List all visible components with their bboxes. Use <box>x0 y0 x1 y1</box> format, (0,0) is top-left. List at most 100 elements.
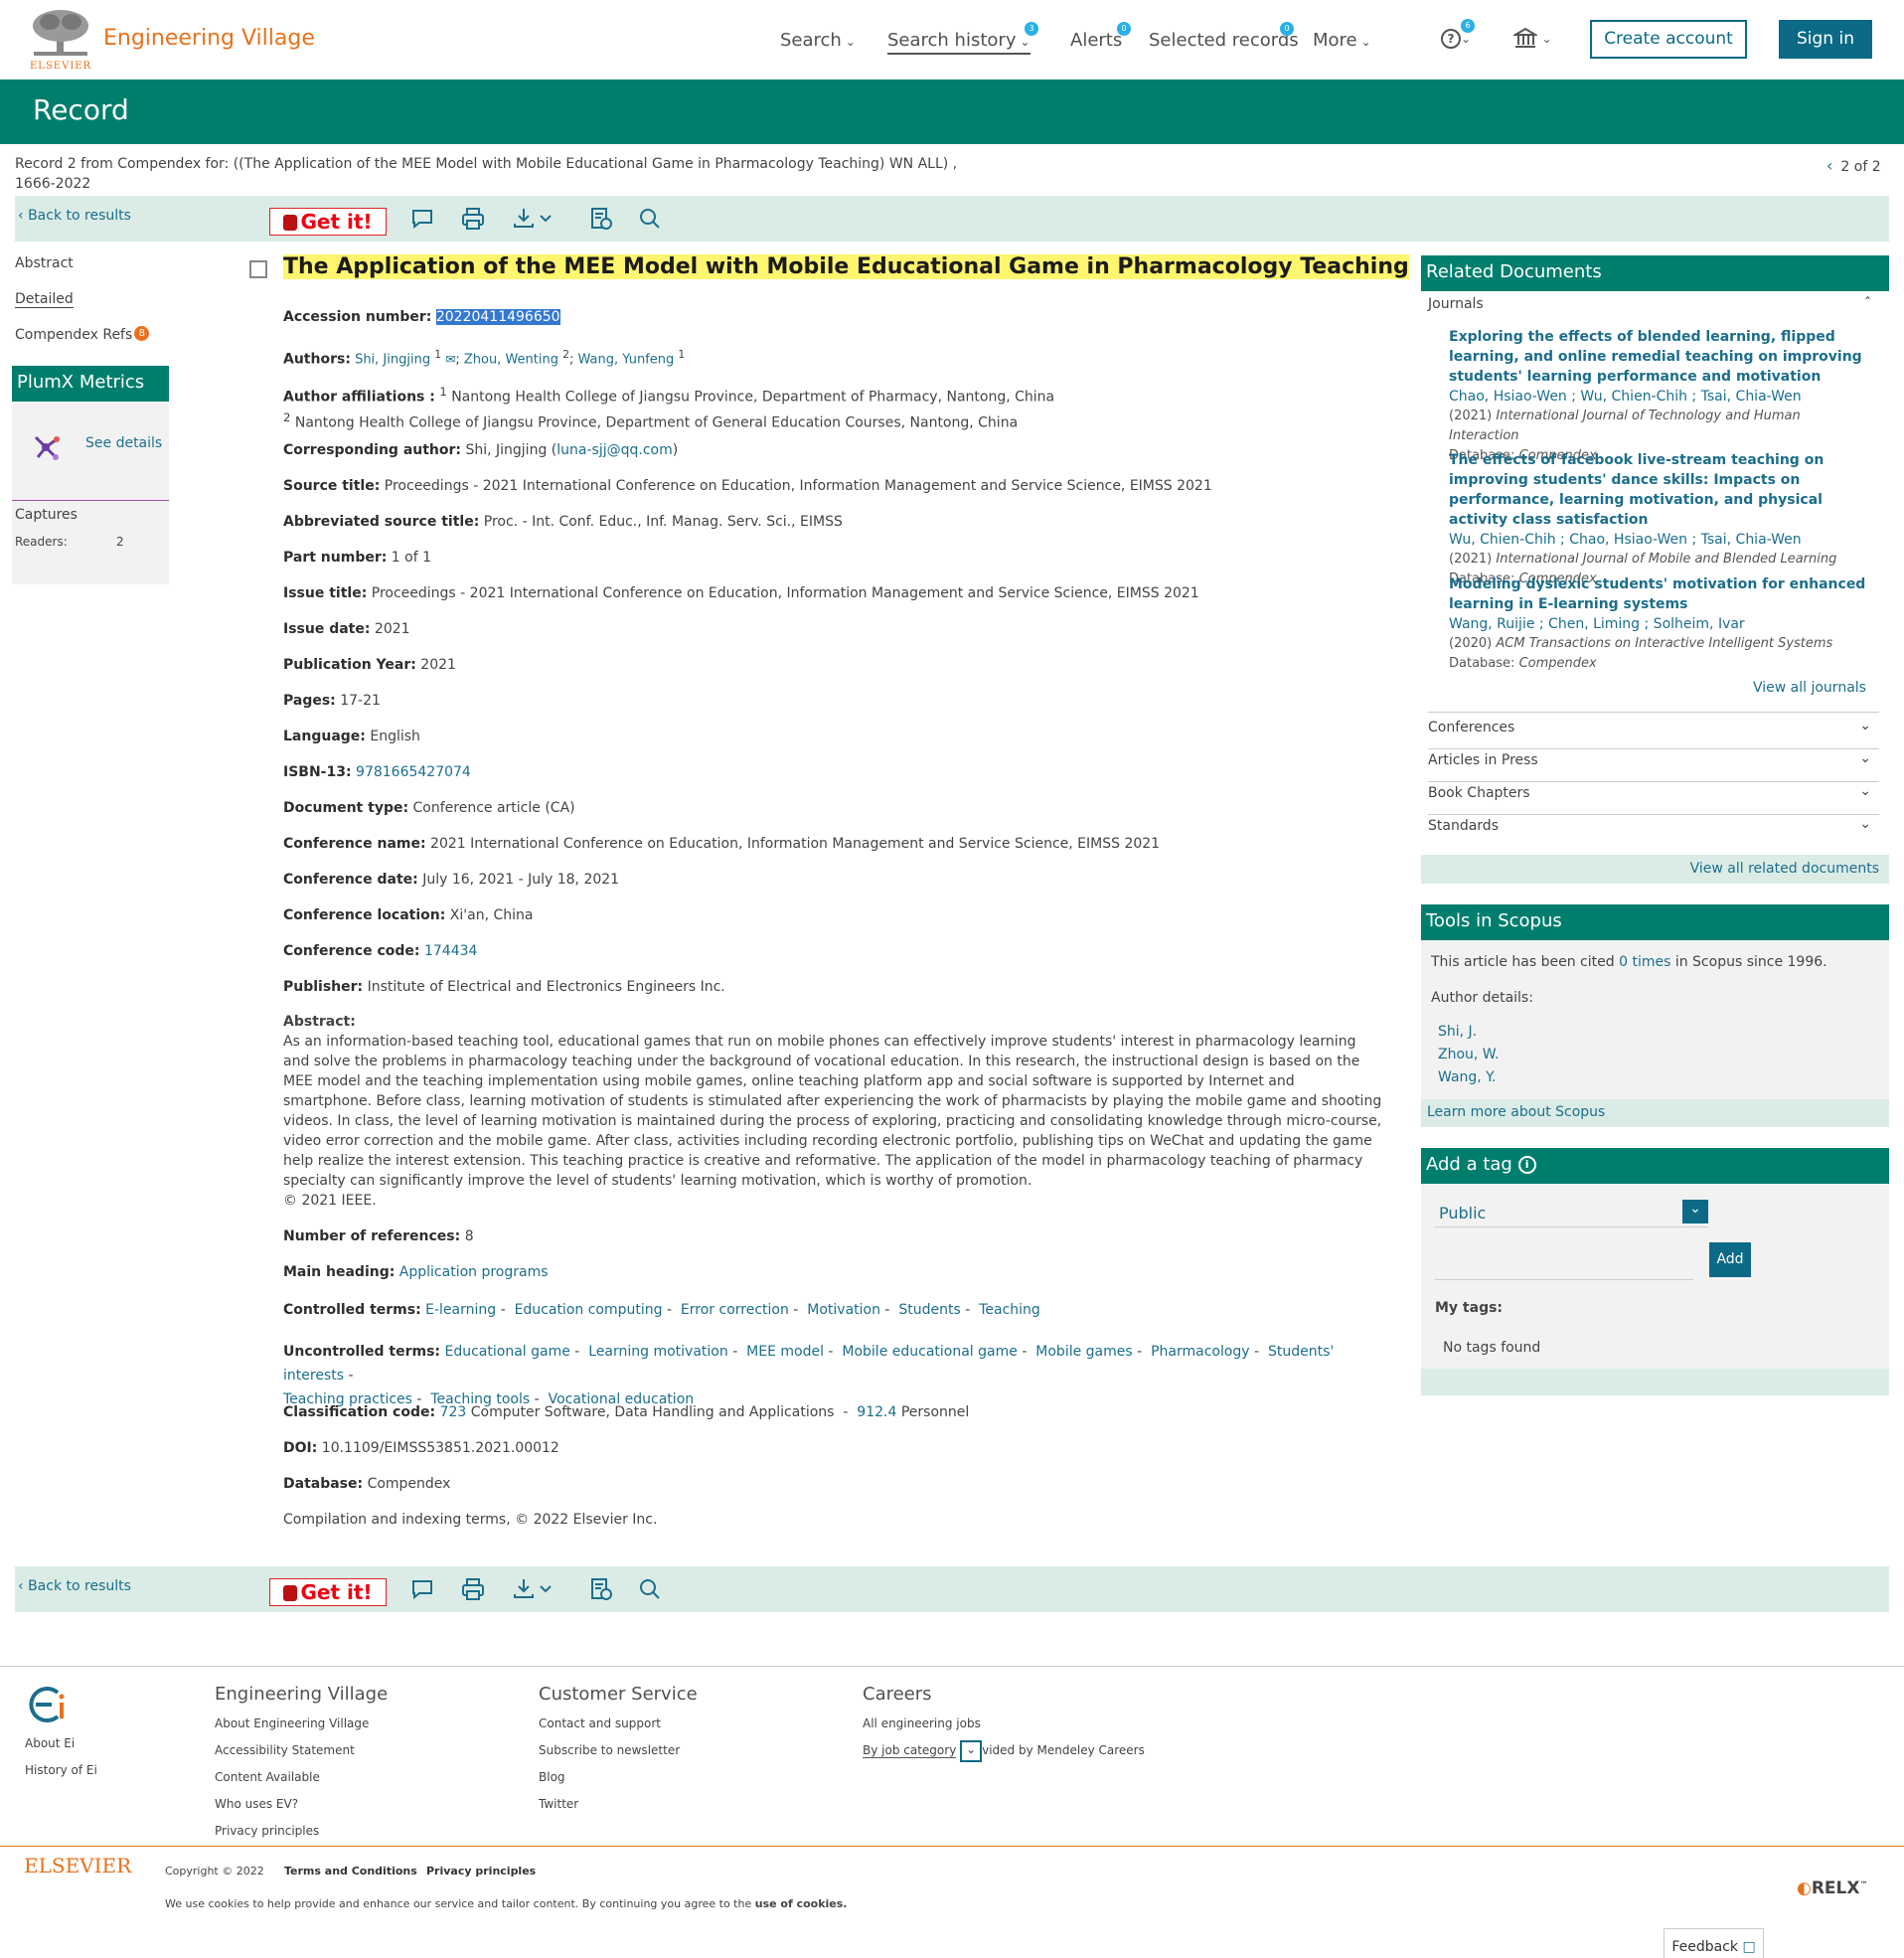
nav-more[interactable]: More ⌄ <box>1313 30 1371 51</box>
scopus-author-link[interactable]: Shi, J. <box>1438 1024 1477 1040</box>
footer-link[interactable]: Blog <box>539 1764 698 1791</box>
citation-icon[interactable] <box>588 206 614 232</box>
controlled-term-link[interactable]: Students <box>898 1302 960 1318</box>
related-title-link[interactable]: Modeling dyslexic students' motivation f… <box>1449 574 1866 614</box>
chevron-down-icon: ⌄ <box>1859 750 1871 766</box>
controlled-term-link[interactable]: Education computing <box>515 1302 663 1318</box>
footer-link[interactable]: Privacy principles <box>215 1818 388 1845</box>
book-chapters-accordion[interactable]: Book Chapters ⌄ <box>1428 783 1879 815</box>
left-nav-detailed[interactable]: Detailed <box>15 291 74 308</box>
author-link[interactable]: Wang, Yunfeng <box>578 352 675 367</box>
conferences-accordion[interactable]: Conferences ⌄ <box>1428 718 1879 749</box>
get-it-button[interactable]: Get it! <box>269 1578 387 1606</box>
create-account-button[interactable]: Create account <box>1590 20 1747 59</box>
nav-selected-records[interactable]: Selected records <box>1149 30 1299 51</box>
footer-link[interactable]: Who uses EV? <box>215 1791 388 1818</box>
isbn-link[interactable]: 9781665427074 <box>356 764 471 780</box>
shield-icon <box>283 1585 298 1601</box>
brand-name[interactable]: Engineering Village <box>103 26 315 51</box>
elsevier-logo[interactable]: ELSEVIER <box>24 1854 131 1877</box>
terms-link[interactable]: Terms and Conditions <box>284 1865 417 1877</box>
search-icon[interactable] <box>637 1576 663 1602</box>
footer-link[interactable]: Accessibility Statement <box>215 1737 388 1764</box>
related-title-link[interactable]: The effects of facebook live-stream teac… <box>1449 450 1866 530</box>
nav-alerts[interactable]: Alerts <box>1070 30 1122 51</box>
left-nav-abstract[interactable]: Abstract <box>15 255 74 271</box>
plumx-divider <box>12 500 169 501</box>
classification-code-link[interactable]: 723 <box>440 1404 467 1420</box>
print-icon[interactable] <box>460 1576 486 1602</box>
learn-more-scopus-link[interactable]: Learn more about Scopus <box>1427 1104 1605 1120</box>
footer-link[interactable]: About Engineering Village <box>215 1711 388 1737</box>
nav-search-history[interactable]: Search history ⌄ <box>887 30 1031 55</box>
selected-records-badge: 0 <box>1280 22 1294 36</box>
related-authors[interactable]: Wang, Ruijie ; Chen, Liming ; Solheim, I… <box>1449 614 1866 634</box>
divider <box>1428 712 1879 713</box>
privacy-link[interactable]: Privacy principles <box>426 1865 536 1877</box>
scopus-author-link[interactable]: Zhou, W. <box>1438 1047 1500 1062</box>
classification-code-link[interactable]: 912.4 <box>857 1404 896 1420</box>
nav-search[interactable]: Search ⌄ <box>780 30 856 51</box>
corresponding-email-link[interactable]: luna-sjj@qq.com <box>556 442 672 458</box>
conference-date: Conference date: July 16, 2021 - July 18… <box>283 872 620 888</box>
select-record-checkbox[interactable] <box>249 260 267 278</box>
job-category-select[interactable]: By job category ⌄ vided by Mendeley Caree… <box>863 1737 1145 1764</box>
about-ei-link[interactable]: About Ei <box>25 1730 97 1757</box>
email-icon[interactable]: ✉ <box>445 352 455 366</box>
chevron-down-icon: ⌄ <box>845 35 856 49</box>
controlled-term-link[interactable]: Error correction <box>681 1302 789 1318</box>
main-heading-link[interactable]: Application programs <box>399 1264 549 1280</box>
cited-times-link[interactable]: 0 times <box>1619 954 1670 970</box>
get-it-button[interactable]: Get it! <box>269 208 387 236</box>
scopus-author-link[interactable]: Wang, Y. <box>1438 1069 1496 1085</box>
view-all-related-link[interactable]: View all related documents <box>1690 861 1879 877</box>
footer-link[interactable]: Contact and support <box>539 1711 698 1737</box>
print-icon[interactable] <box>460 206 486 232</box>
footer-link[interactable]: Content Available <box>215 1764 388 1791</box>
articles-in-press-accordion[interactable]: Articles in Press ⌄ <box>1428 750 1879 782</box>
related-title-link[interactable]: Exploring the effects of blended learnin… <box>1449 327 1866 387</box>
tag-input[interactable] <box>1435 1260 1693 1280</box>
plumx-see-details-link[interactable]: See details <box>85 435 162 451</box>
institution-menu[interactable]: ⌄ <box>1511 27 1552 53</box>
search-icon[interactable] <box>637 206 663 232</box>
back-to-results-link[interactable]: ‹ Back to results <box>18 1578 131 1594</box>
standards-accordion[interactable]: Standards ⌄ <box>1428 816 1879 848</box>
uncontrolled-term-link[interactable]: MEE model <box>746 1344 824 1360</box>
download-icon[interactable] <box>512 1576 555 1602</box>
uncontrolled-term-link[interactable]: Mobile educational game <box>842 1344 1017 1360</box>
footer-link[interactable]: All engineering jobs <box>863 1711 1145 1737</box>
comment-icon[interactable] <box>409 1576 435 1602</box>
download-icon[interactable] <box>512 206 555 232</box>
author-link[interactable]: Zhou, Wenting <box>464 352 558 367</box>
sign-in-button[interactable]: Sign in <box>1779 20 1872 59</box>
citation-icon[interactable] <box>588 1576 614 1602</box>
conference-code-link[interactable]: 174434 <box>424 943 477 959</box>
related-authors[interactable]: Chao, Hsiao-Wen ; Wu, Chien-Chih ; Tsai,… <box>1449 387 1866 407</box>
uncontrolled-term-link[interactable]: Educational game <box>445 1344 570 1360</box>
left-nav-compendex-refs[interactable]: Compendex Refs 8 <box>15 326 150 343</box>
chevron-left-icon[interactable]: ‹ <box>1826 156 1832 175</box>
info-icon[interactable]: i <box>1517 1156 1536 1174</box>
footer-link[interactable]: Subscribe to newsletter <box>539 1737 698 1764</box>
uncontrolled-term-link[interactable]: Mobile games <box>1035 1344 1132 1360</box>
author-link[interactable]: Shi, Jingjing <box>355 352 430 367</box>
tag-visibility-select[interactable]: Public ⌄ <box>1435 1198 1708 1227</box>
history-ei-link[interactable]: History of Ei <box>25 1757 97 1784</box>
learn-more-bar: Learn more about Scopus <box>1421 1099 1889 1127</box>
controlled-term-link[interactable]: E-learning <box>425 1302 496 1318</box>
view-all-journals-link[interactable]: View all journals <box>1753 680 1866 696</box>
uncontrolled-term-link[interactable]: Pharmacology <box>1151 1344 1250 1360</box>
feedback-button[interactable]: Feedback □ <box>1664 1928 1764 1958</box>
controlled-term-link[interactable]: Teaching <box>979 1302 1040 1318</box>
record-pager[interactable]: ‹ 2 of 2 <box>1826 156 1881 175</box>
footer-link[interactable]: Twitter <box>539 1791 698 1818</box>
related-authors[interactable]: Wu, Chien-Chih ; Chao, Hsiao-Wen ; Tsai,… <box>1449 530 1866 550</box>
comment-icon[interactable] <box>409 206 435 232</box>
controlled-term-link[interactable]: Motivation <box>807 1302 880 1318</box>
uncontrolled-term-link[interactable]: Learning motivation <box>588 1344 728 1360</box>
add-tag-button[interactable]: Add <box>1709 1242 1751 1277</box>
cookies-link[interactable]: use of cookies. <box>755 1897 848 1910</box>
back-to-results-link[interactable]: ‹ Back to results <box>18 208 131 224</box>
journals-accordion[interactable]: Journals ˆ <box>1428 296 1879 326</box>
